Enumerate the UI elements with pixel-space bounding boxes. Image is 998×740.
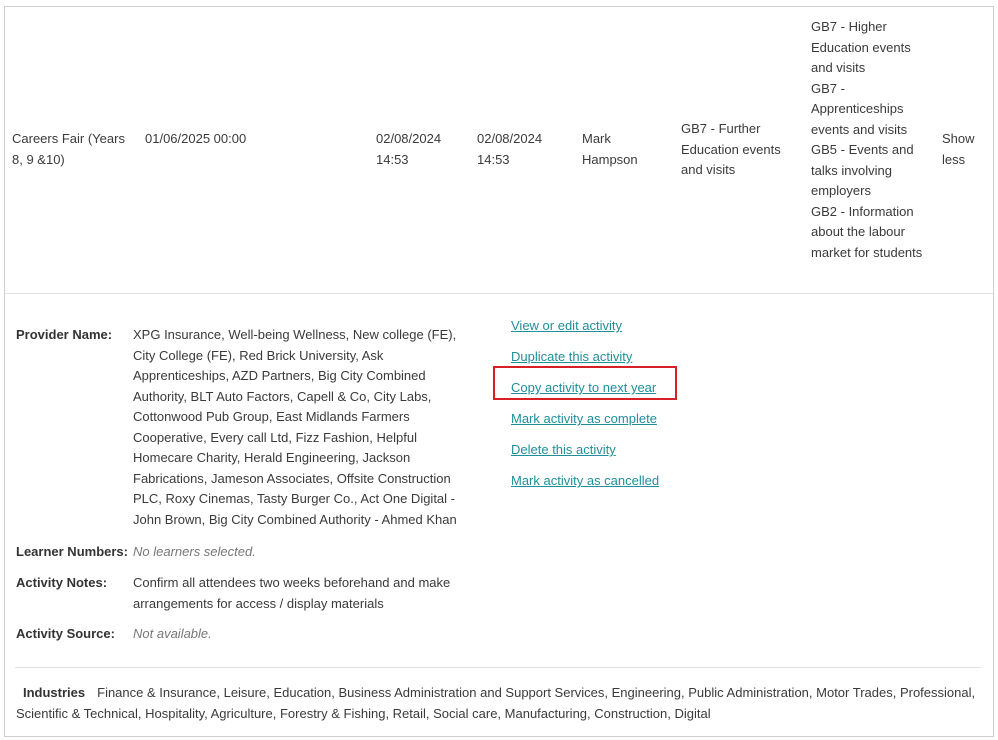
notes-label: Activity Notes: <box>16 575 108 590</box>
notes-value: Confirm all attendees two weeks beforeha… <box>133 575 451 611</box>
provider-value: XPG Insurance, Well-being Wellness, New … <box>133 327 457 527</box>
activity-actions: View or edit activity Duplicate this act… <box>511 316 711 502</box>
mark-complete-link[interactable]: Mark activity as complete <box>511 409 711 429</box>
benchmark-item: GB7 - Apprenticeships events and visits <box>811 80 908 137</box>
source-value: Not available. <box>133 626 212 641</box>
created-date: 02/08/2024 14:53 <box>376 131 442 167</box>
activity-date: 01/06/2025 00:00 <box>145 131 247 146</box>
industries-label: Industries <box>23 685 86 700</box>
benchmark-item: GB2 - Information about the labour marke… <box>811 203 923 260</box>
highlight-box <box>493 366 677 400</box>
learners-value: No learners selected. <box>133 544 256 559</box>
mark-cancelled-link[interactable]: Mark activity as cancelled <box>511 471 711 491</box>
activity-details: Provider Name: XPG Insurance, Well-being… <box>5 294 993 664</box>
industries-value: Finance & Insurance, Leisure, Education,… <box>16 685 976 721</box>
learners-label: Learner Numbers: <box>16 544 128 559</box>
section-divider <box>15 667 981 668</box>
activity-row: Careers Fair (Years 8, 9 &10) 01/06/2025… <box>5 7 993 294</box>
benchmark-item: GB7 - Higher Education events and visits <box>811 19 911 75</box>
source-label: Activity Source: <box>16 626 115 641</box>
owner-name: Mark Hampson <box>582 131 638 167</box>
benchmark-list: GB7 - Higher Education events and visits… <box>811 17 929 263</box>
provider-label: Provider Name: <box>16 327 113 342</box>
benchmark-item: GB5 - Events and talks involving employe… <box>811 142 914 198</box>
duplicate-activity-link[interactable]: Duplicate this activity <box>511 347 711 367</box>
delete-activity-link[interactable]: Delete this activity <box>511 440 711 460</box>
show-less-toggle[interactable]: Show less <box>942 129 987 170</box>
activity-name: Careers Fair (Years 8, 9 &10) <box>12 131 125 167</box>
modified-date: 02/08/2024 14:53 <box>477 131 543 167</box>
view-edit-activity-link[interactable]: View or edit activity <box>511 316 711 336</box>
industries-section: Industries Finance & Insurance, Leisure, … <box>16 682 976 724</box>
benchmark-further-education: GB7 - Further Education events and visit… <box>681 121 781 177</box>
